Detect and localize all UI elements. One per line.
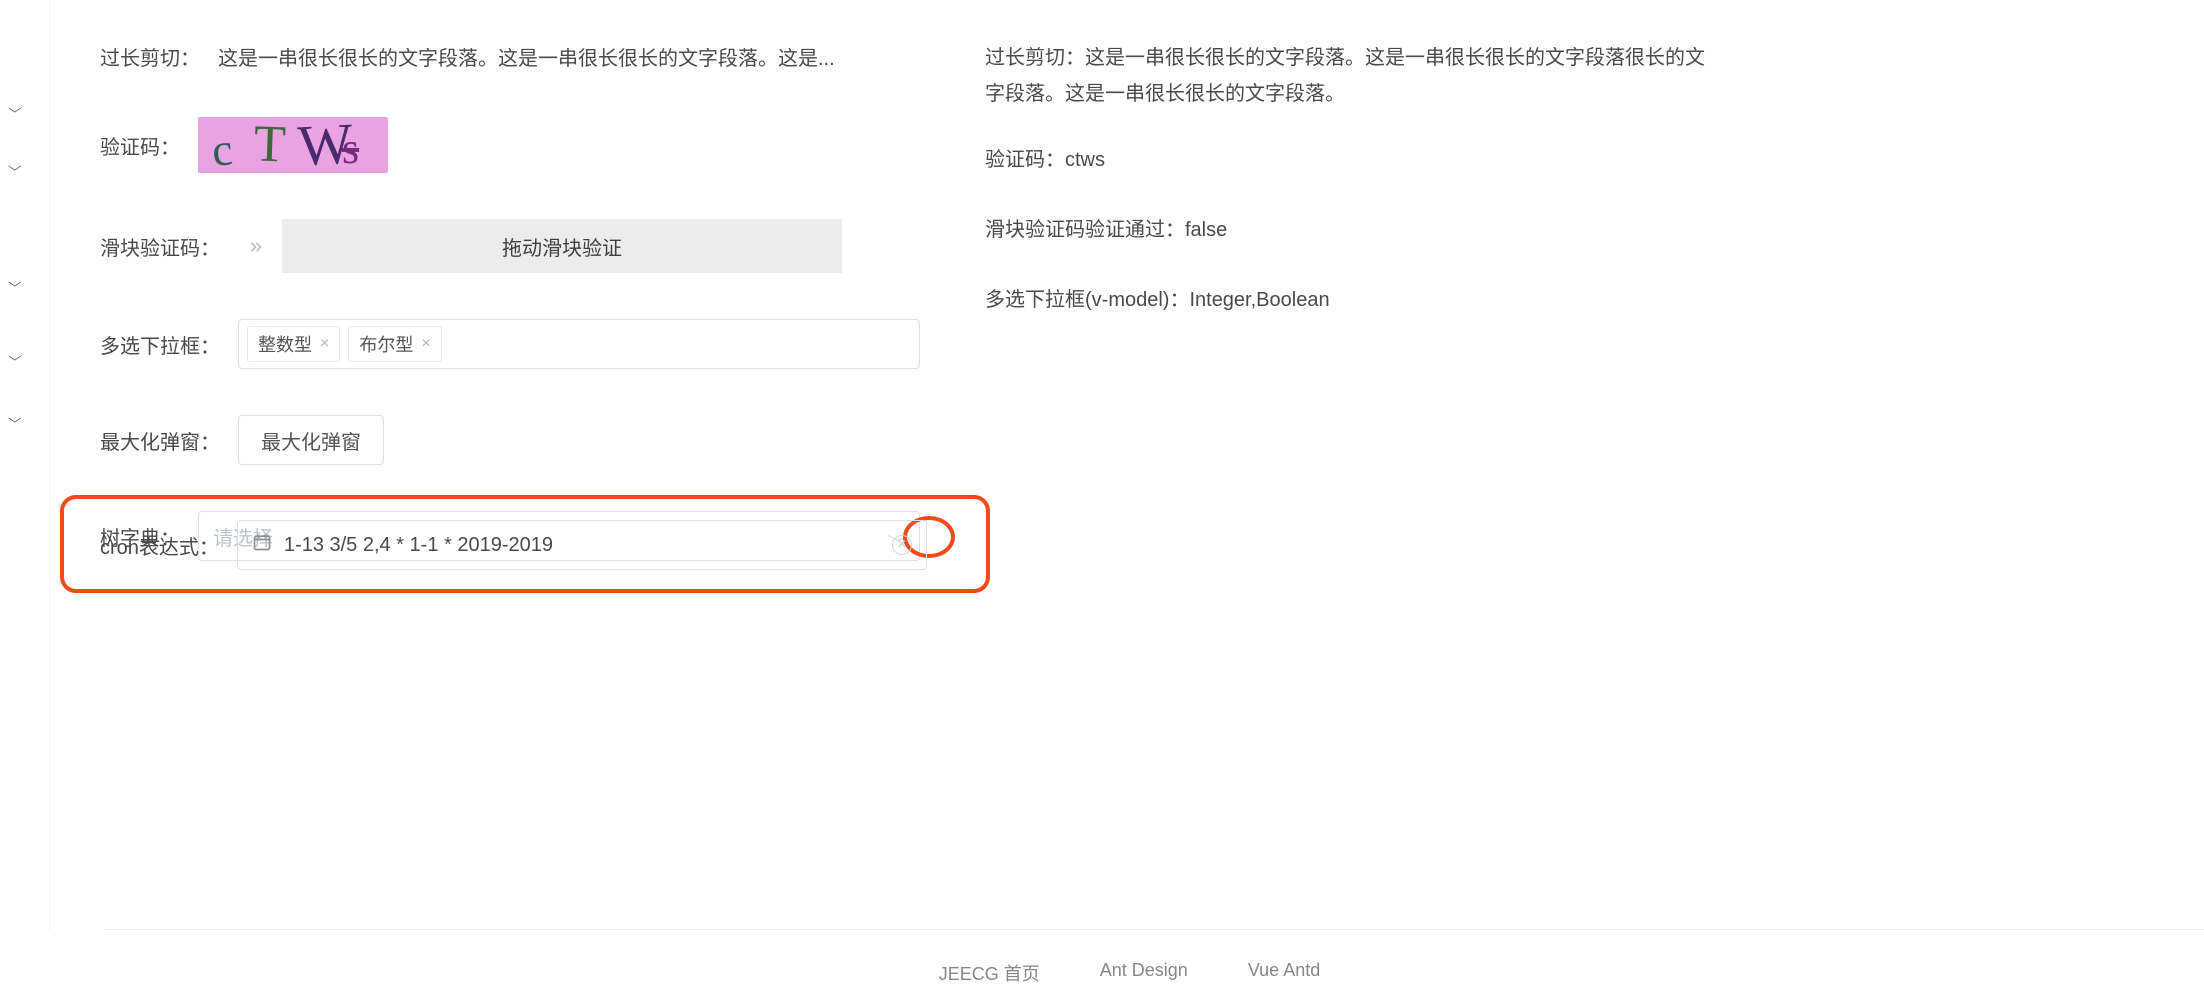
cron-value: 1-13 3/5 2,4 * 1-1 * 2019-2019 — [284, 534, 553, 557]
close-icon[interactable]: × — [421, 335, 430, 353]
label-captcha: 验证码： — [100, 131, 180, 160]
footer-link[interactable]: JEECG 首页 — [939, 960, 1040, 986]
tag-item: 布尔型 × — [348, 326, 441, 362]
label-slider: 滑块验证码： — [100, 232, 220, 261]
maximize-dialog-button[interactable]: 最大化弹窗 — [238, 415, 384, 465]
captcha-char: T — [253, 117, 287, 173]
info-captcha: 验证码：ctws — [985, 142, 2204, 178]
row-max-dialog: 最大化弹窗： 最大化弹窗 — [100, 415, 920, 465]
label-max-dialog: 最大化弹窗： — [100, 426, 220, 455]
divider — [49, 0, 50, 930]
label-cron: cron表达式： — [100, 531, 219, 560]
value-truncate: 这是一串很长很长的文字段落。这是一串很长很长的文字段落。这是... — [218, 42, 920, 71]
row-truncate: 过长剪切： 这是一串很长很长的文字段落。这是一串很长很长的文字段落。这是... — [100, 42, 920, 71]
tag-item: 整数型 × — [247, 326, 340, 362]
clear-icon[interactable]: × — [892, 535, 912, 555]
label-truncate: 过长剪切： — [100, 42, 200, 71]
chevron-down-icon[interactable]: ⌵ — [8, 349, 22, 364]
multi-select[interactable]: 整数型 × 布尔型 × — [238, 319, 920, 369]
footer-link[interactable]: Vue Antd — [1248, 960, 1320, 986]
chevron-down-icon[interactable]: ⌵ — [8, 411, 22, 426]
row-captcha: 验证码： c T W s — [100, 117, 920, 173]
chevron-down-icon[interactable]: ⌵ — [8, 159, 22, 174]
info-multi-model: 多选下拉框(v-model)：Integer,Boolean — [985, 282, 2204, 318]
captcha-char: c — [210, 122, 235, 173]
label-multi: 多选下拉框： — [100, 330, 220, 359]
slider-track-label: 拖动滑块验证 — [502, 232, 622, 261]
captcha-char: s — [342, 123, 359, 173]
row-cron: cron表达式： 1-13 3/5 2,4 * 1-1 * 2019-2019 … — [100, 520, 950, 570]
footer-link[interactable]: Ant Design — [1100, 960, 1188, 986]
close-icon[interactable]: × — [320, 335, 329, 353]
row-slider-captcha: 滑块验证码： » 拖动滑块验证 — [100, 219, 920, 273]
chevron-down-icon[interactable]: ⌵ — [8, 101, 22, 116]
chevron-down-icon[interactable]: ⌵ — [8, 275, 22, 290]
divider — [104, 929, 2204, 930]
footer: JEECG 首页 Ant Design Vue Antd — [55, 960, 2204, 986]
calendar-icon — [252, 532, 272, 558]
slider-handle-icon[interactable]: » — [234, 233, 274, 259]
info-panel: 过长剪切：这是一串很长很长的文字段落。这是一串很长很长的文字段落很长的文字段落。… — [985, 0, 2204, 352]
info-truncate: 过长剪切：这是一串很长很长的文字段落。这是一串很长很长的文字段落很长的文字段落。… — [985, 40, 1705, 112]
row-multi-select: 多选下拉框： 整数型 × 布尔型 × — [100, 319, 920, 369]
tag-label: 布尔型 — [359, 331, 413, 357]
slider-track[interactable]: 拖动滑块验证 — [282, 219, 842, 273]
captcha-image[interactable]: c T W s — [198, 117, 388, 173]
cron-input[interactable]: 1-13 3/5 2,4 * 1-1 * 2019-2019 × — [237, 520, 927, 570]
info-slider-pass: 滑块验证码验证通过：false — [985, 212, 2204, 248]
tag-label: 整数型 — [258, 331, 312, 357]
